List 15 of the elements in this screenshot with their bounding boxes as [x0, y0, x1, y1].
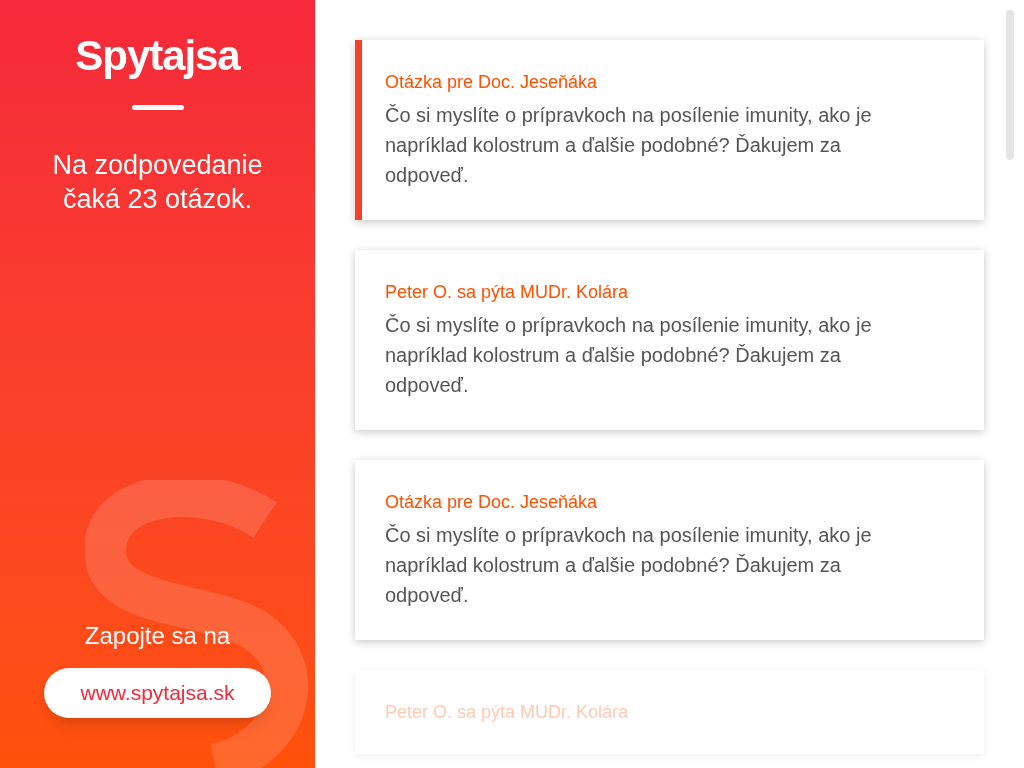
website-link[interactable]: www.spytajsa.sk	[44, 668, 271, 718]
question-text: Čo si myslíte o prípravkoch na posílenie imunity, ako je napríklad kolostrum a ďalšie podobné? Ďakujem za odpoveď.	[385, 313, 873, 398]
question-title: Otázka pre Doc. Jeseňáka	[385, 71, 599, 94]
question-card[interactable]: Otázka pre Doc. Jeseňáka Čo si myslíte o prípravkoch na posílenie imunity, ako je napríklad kolostrum a ďalšie podobné? Ďakujem za odpoveď.	[355, 460, 984, 640]
question-title: Peter O. sa pýta MUDr. Kolára	[385, 701, 630, 724]
question-title: Otázka pre Doc. Jeseňáka	[385, 491, 599, 514]
question-card[interactable]: Otázka pre Doc. Jeseňáka Čo si myslíte o prípravkoch na posílenie imunity, ako je napríklad kolostrum a ďalšie podobné? Ďakujem za odpoveď.	[355, 40, 984, 220]
logo: Spytajsa	[75, 31, 240, 81]
scrollbar-thumb[interactable]	[1006, 10, 1014, 160]
question-text: Čo si myslíte o prípravkoch na posílenie imunity, ako je napríklad kolostrum a ďalšie podobné? Ďakujem za odpoveď.	[385, 523, 873, 608]
question-card[interactable]: Peter O. sa pýta MUDr. Kolára Čo si myslíte o prípravkoch na posílenie imunity, ako je napríklad kolostrum a ďalšie podobné? Ďakujem za odpoveď.	[355, 250, 984, 430]
join-text: Zapojte sa na	[84, 621, 231, 651]
question-text: Čo si myslíte o prípravkoch na posílenie imunity, ako je napríklad kolostrum a ďalšie podobné? Ďakujem za odpoveď.	[385, 103, 873, 188]
question-title: Peter O. sa pýta MUDr. Kolára	[385, 281, 630, 304]
pending-questions-text: Na zodpovedanie čaká 23 otázok.	[51, 149, 264, 216]
